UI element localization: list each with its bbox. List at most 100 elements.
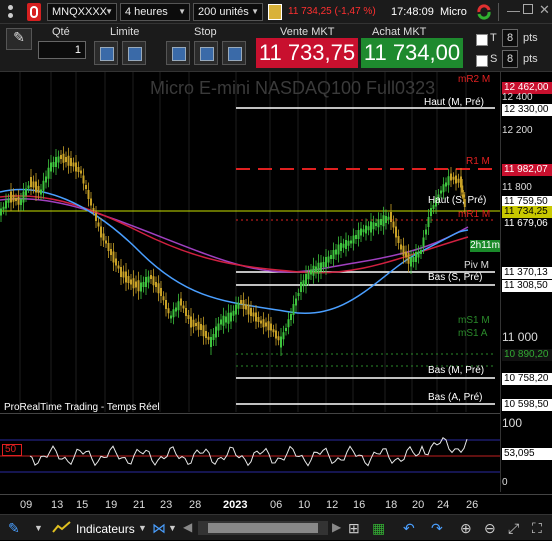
alert-icon[interactable] [268,4,282,20]
stop-extra-button[interactable] [222,41,246,65]
candle-body [420,250,422,254]
wrench-icon[interactable]: ✎ [6,28,32,50]
candle-body [225,316,227,323]
scroll-left-icon[interactable]: ◀ [183,520,192,534]
candle-body [165,300,167,309]
menu-icon[interactable] [4,4,18,20]
fullscreen-icon[interactable]: ⛶ [532,520,542,537]
time-axis[interactable]: 09 13 15 19 21 23 28 2023 06 10 12 16 18 20 24 26 [0,494,552,514]
time-label: 10 [298,499,311,511]
osc-value-tag: 53,095 [502,448,552,460]
oscillator-panel[interactable]: 50 [0,413,500,493]
candle-body [2,206,5,210]
candle-body [117,265,120,269]
candle-body [72,162,75,167]
t-input[interactable]: 8 [502,29,518,47]
indicators-chevron-icon[interactable]: ▼ [138,523,147,533]
chart-settings-icon[interactable]: ⊞ [348,520,360,537]
draw-menu-chevron-icon[interactable]: ▼ [34,523,43,533]
calendar-icon[interactable]: ▦ [372,520,385,537]
refresh-icon[interactable] [475,3,493,21]
units-select[interactable]: 200 unités ▼ [193,3,263,21]
share-icon[interactable]: ⋈ [152,520,166,537]
scroll-right-icon[interactable]: ▶ [332,520,341,534]
candle-body [90,198,92,206]
candle-body [275,330,277,339]
s-input[interactable]: 8 [502,50,518,68]
redo-icon[interactable]: ↷ [431,520,443,537]
candle-body [255,312,257,322]
candle-body [175,307,177,312]
osc-scale-top: 100 [502,416,523,430]
zoom-in-icon[interactable]: ⊕ [460,520,472,537]
candle-body [382,215,385,227]
candle-body [327,256,330,263]
annotation-mr2m: mR2 M [458,74,491,85]
candle-body [322,262,325,267]
candle-body [312,265,315,276]
time-label: 18 [385,499,398,511]
buy-market-button[interactable]: 11 734,00 [361,38,463,68]
undo-icon[interactable]: ↶ [403,520,415,537]
candle-body [270,323,272,331]
candle-body [15,198,17,201]
candle-body [200,324,202,330]
ma-red-line [0,195,469,274]
candle-body [157,283,160,294]
candle-body [155,282,157,287]
close-icon[interactable]: ✕ [539,2,550,18]
candle-body [405,251,407,258]
candle-body [407,252,410,264]
stop-buy-button[interactable] [194,41,218,65]
indicators-button[interactable]: Indicateurs [76,522,135,536]
osc-line [29,436,468,467]
candle-body [342,243,345,248]
oscillator-level-label: 50 [2,444,22,456]
maximize-icon[interactable] [523,4,533,14]
scrollbar-thumb[interactable] [208,523,318,533]
candle-body [305,274,307,285]
annotation-high-week: Haut (S, Pré) [428,195,487,206]
candle-body [112,251,115,263]
link-icon[interactable] [27,3,41,21]
candle-body [77,167,80,172]
qty-input[interactable]: 1 [38,41,86,59]
candle-body [375,223,377,226]
candle-body [230,312,232,322]
oscillator-canvas[interactable] [0,414,500,494]
annotation-low-week: Bas (S, Pré) [428,272,483,283]
candle-body [82,175,85,184]
candle-body [47,167,50,179]
candle-body [152,276,155,286]
indicators-icon[interactable] [52,520,72,536]
chart-canvas[interactable] [0,72,500,412]
price-chart[interactable]: Micro E-mini NASDAQ100 Full0323 ProRealT… [0,72,500,413]
candle-body [402,245,405,256]
zoom-out-icon[interactable]: ⊖ [484,520,496,537]
timeline-scrollbar[interactable] [198,521,328,535]
limit-buy-button[interactable] [122,41,146,65]
candle-body [330,255,332,259]
fit-screen-icon[interactable]: ⤢ [508,520,519,537]
minimize-icon[interactable]: — [507,3,520,18]
price-label: 12 200 [502,125,533,136]
share-chevron-icon[interactable]: ▼ [168,523,177,533]
candle-body [50,162,52,172]
candle-countdown: 2h11m [470,240,500,252]
symbol-select[interactable]: MNQXXXX ▼ [47,3,117,21]
candle-body [335,249,337,255]
sell-market-button[interactable]: 11 733,75 [256,38,358,68]
stop-sell-button[interactable] [166,41,190,65]
candle-body [12,194,15,202]
osc-scale-bottom: 0 [502,477,508,488]
candle-body [425,229,427,235]
candle-body [137,280,140,292]
timeframe-select[interactable]: 4 heures ▼ [120,3,190,21]
candle-body [192,319,195,327]
draw-pen-icon[interactable]: ✎ [8,520,20,537]
t-checkbox[interactable] [476,34,488,46]
price-axis[interactable]: 12 462,00 12 400 12 330,00 12 200 11 982… [500,72,552,492]
candle-body [197,321,200,330]
limit-sell-button[interactable] [94,41,118,65]
s-checkbox[interactable] [476,55,488,67]
